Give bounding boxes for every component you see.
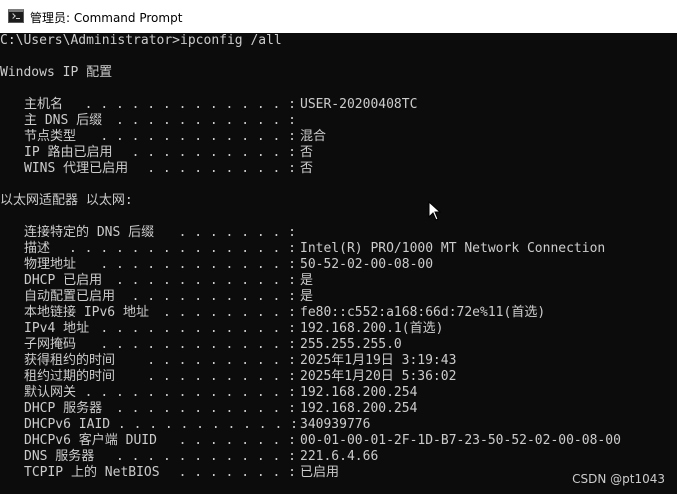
ipconfig-value: 混合: [300, 129, 327, 144]
console-output[interactable]: C:\Users\Administrator>ipconfig /all Win…: [0, 33, 677, 494]
ipconfig-key: IPv4 地址: [24, 321, 90, 336]
ipconfig-value: 192.168.200.1(首选): [300, 321, 444, 336]
command-prompt-window[interactable]: 管理员: Command Prompt C:\Users\Administrat…: [0, 0, 677, 494]
ipconfig-key: 自动配置已启用: [24, 289, 116, 304]
ipconfig-value: 340939776: [300, 417, 371, 432]
ipconfig-row: DNS 服务器 . . . . . . . . . . . : 221.6.4.6…: [0, 449, 677, 465]
ipconfig-dots: . . . . . . . . . . . :: [108, 273, 296, 288]
ipconfig-row: 默认网关 . . . . . . . . . . . . . : 192.168.2…: [0, 385, 677, 401]
ipconfig-key: DHCP 服务器: [24, 401, 103, 416]
ipconfig-key: 本地链接 IPv6 地址: [24, 305, 149, 320]
ipconfig-dots: . . . . . . . . . . . . :: [100, 257, 296, 272]
ipconfig-dots: . . . . . . . . . :: [139, 161, 296, 176]
ipconfig-key: 获得租约的时间: [24, 353, 116, 368]
ipconfig-value: 221.6.4.66: [300, 449, 379, 464]
ipconfig-row: DHCPv6 IAID . . . . . . . . . . . :34093…: [0, 417, 677, 433]
ipconfig-value: 255.255.255.0: [300, 337, 402, 352]
ipconfig-value: USER-20200408TC: [300, 97, 418, 112]
ipconfig-value: 00-01-00-01-2F-1D-B7-23-50-52-02-00-08-0…: [300, 433, 621, 448]
ipconfig-row: IP 路由已启用 . . . . . . . . . . : 否: [0, 145, 677, 161]
adapter-header: 以太网适配器 以太网:: [0, 193, 133, 208]
ipconfig-key: DNS 服务器: [24, 449, 95, 464]
ipconfig-row: DHCP 已启用 . . . . . . . . . . . : 是: [0, 273, 677, 289]
ipconfig-key: 子网掩码: [24, 337, 77, 352]
ipconfig-row: 子网掩码 . . . . . . . . . . . . : 255.255.25…: [0, 337, 677, 353]
ipconfig-dots: . . . . . . . :: [170, 225, 296, 240]
ipconfig-key: 连接特定的 DNS 后缀: [24, 225, 155, 240]
ipconfig-row: 租约过期的时间 . . . . . . . . . : 2025年1月20日 5:…: [0, 369, 677, 385]
window-title: 管理员: Command Prompt: [30, 11, 183, 25]
cmd-icon: [8, 9, 24, 23]
ipconfig-key: DHCPv6 客户端 DUID: [24, 433, 157, 448]
ipconfig-row: 描述 . . . . . . . . . . . . . . : Intel(R) …: [0, 241, 677, 257]
ipconfig-value: 192.168.200.254: [300, 385, 418, 400]
ipconfig-row: 物理地址 . . . . . . . . . . . . : 50-52-02-00…: [0, 257, 677, 273]
ipconfig-value: 否: [300, 161, 314, 176]
ipconfig-dots: . . . . . . . . . . . :: [108, 449, 296, 464]
ipconfig-key: 主 DNS 后缀: [24, 113, 103, 128]
ipconfig-value: 192.168.200.254: [300, 401, 418, 416]
ipconfig-dots: . . . . . . . :: [170, 433, 296, 448]
ipconfig-key: 租约过期的时间: [24, 369, 116, 384]
ipconfig-row: 主 DNS 后缀 . . . . . . . . . . . :: [0, 113, 677, 129]
ipconfig-dots: . . . . . . . . . . . . . . :: [69, 241, 296, 256]
ipconfig-dots: . . . . . . . :: [170, 465, 296, 480]
ipconfig-dots: . . . . . . . . . . . . :: [92, 321, 296, 336]
ipconfig-row: DHCPv6 客户端 DUID . . . . . . . : 00-01-00-…: [0, 433, 677, 449]
ipconfig-value: 50-52-02-00-08-00: [300, 257, 434, 272]
ipconfig-dots: . . . . . . . . . . :: [123, 145, 296, 160]
ipconfig-value: 是: [300, 273, 314, 288]
ipconfig-value: 2025年1月20日 5:36:02: [300, 369, 457, 384]
ipconfig-row: 本地链接 IPv6 地址 . . . . . . . . : fe80::c552:…: [0, 305, 677, 321]
ipconfig-dots: . . . . . . . . . . . :: [108, 113, 296, 128]
ipconfig-row: WINS 代理已启用 . . . . . . . . . : 否: [0, 161, 677, 177]
ipconfig-value: fe80::c552:a168:66d:72e%11(首选): [300, 305, 546, 320]
ipconfig-row: 连接特定的 DNS 后缀 . . . . . . . :: [0, 225, 677, 241]
ipconfig-key: 描述: [24, 241, 51, 256]
ipconfig-key: 节点类型: [24, 129, 77, 144]
ipconfig-row: DHCP 服务器 . . . . . . . . . . . : 192.168.…: [0, 401, 677, 417]
ipconfig-value: 是: [300, 289, 314, 304]
ipconfig-dots: . . . . . . . . . :: [139, 353, 296, 368]
ipconfig-value: Intel(R) PRO/1000 MT Network Connection: [300, 241, 606, 256]
command-line: C:\Users\Administrator>ipconfig /all: [0, 33, 282, 48]
ipconfig-dots: . . . . . . . . . . . . :: [92, 129, 296, 144]
ipconfig-row: 获得租约的时间 . . . . . . . . . : 2025年1月19日 3:…: [0, 353, 677, 369]
ipconfig-dots: . . . . . . . . . . . . :: [92, 337, 296, 352]
ipconfig-dots: . . . . . . . . . . . . . :: [76, 97, 296, 112]
ipconfig-dots: . . . . . . . . . . :: [131, 289, 296, 304]
ipconfig-value: 已启用: [300, 465, 340, 480]
ipconfig-row: 节点类型 . . . . . . . . . . . . : 混合: [0, 129, 677, 145]
ipconfig-row: 主机名 . . . . . . . . . . . . . : USER-2020…: [0, 97, 677, 113]
ipconfig-key: TCPIP 上的 NetBIOS: [24, 465, 160, 480]
mouse-pointer-icon: [428, 201, 442, 221]
ipconfig-dots: . . . . . . . . :: [162, 305, 296, 320]
ipconfig-dots: . . . . . . . . . . . :: [108, 401, 296, 416]
ipconfig-key: DHCP 已启用: [24, 273, 103, 288]
ipconfig-key: 主机名: [24, 97, 64, 112]
ipconfig-key: IP 路由已启用: [24, 145, 113, 160]
ipconfig-dots: . . . . . . . . . . . . . :: [84, 385, 296, 400]
ipconfig-key: 默认网关: [24, 385, 77, 400]
ipconfig-key: WINS 代理已启用: [24, 161, 129, 176]
ipconfig-key: DHCPv6 IAID: [24, 417, 111, 432]
watermark: CSDN @pt1043: [572, 472, 665, 486]
ipconfig-key: 物理地址: [24, 257, 77, 272]
ipconfig-row: IPv4 地址 . . . . . . . . . . . . : 192.168…: [0, 321, 677, 337]
ipconfig-value: 否: [300, 145, 314, 160]
windows-ip-header: Windows IP 配置: [0, 65, 113, 80]
ipconfig-dots: . . . . . . . . . :: [139, 369, 296, 384]
ipconfig-row: 自动配置已启用 . . . . . . . . . . : 是: [0, 289, 677, 305]
title-bar[interactable]: 管理员: Command Prompt: [0, 0, 677, 33]
ipconfig-dots: . . . . . . . . . . . :: [110, 417, 298, 432]
ipconfig-value: 2025年1月19日 3:19:43: [300, 353, 457, 368]
